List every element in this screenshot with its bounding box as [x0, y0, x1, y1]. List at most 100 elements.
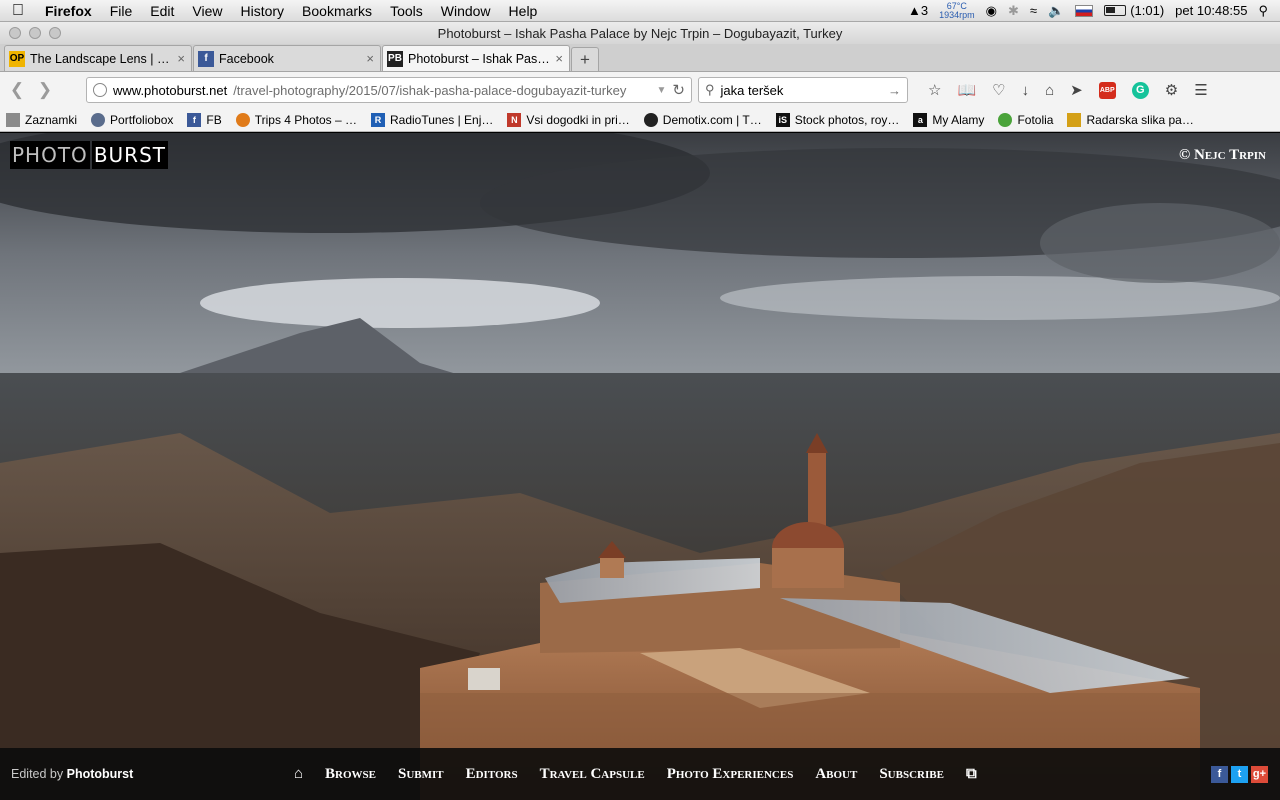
bookmark-demotix[interactable]: Demotix.com | T… [643, 112, 762, 127]
bookmark-label: Stock photos, roy… [794, 112, 900, 127]
grammarly-icon[interactable]: G [1131, 81, 1149, 99]
bookmark-istock[interactable]: iS Stock photos, roy… [775, 112, 900, 127]
photoburst-logo[interactable]: PHOTO BURST [10, 141, 168, 169]
close-tab-icon[interactable]: × [177, 51, 185, 66]
temp-monitor[interactable]: 67°C 1934rpm [939, 1, 975, 20]
nav-photo-experiences[interactable]: Photo Experiences [667, 766, 794, 783]
tab-photoburst[interactable]: PB Photoburst – Ishak Pasha… × [382, 45, 570, 71]
menu-file[interactable]: File [101, 3, 142, 19]
bookmark-star-icon[interactable]: ☆ [928, 81, 941, 99]
search-go-icon[interactable]: → [888, 83, 901, 98]
menu-app[interactable]: Firefox [36, 3, 101, 19]
photo-credit: © Nejc Trpin [1179, 147, 1266, 163]
edited-by-link[interactable]: Photoburst [67, 767, 134, 781]
ishak-pasha-palace-photo [0, 133, 1280, 800]
menu-bookmarks[interactable]: Bookmarks [293, 3, 381, 19]
reload-icon[interactable]: ↻ [672, 81, 685, 99]
bookmark-trips4photos[interactable]: Trips 4 Photos – … [235, 112, 357, 127]
adobe-count: 3 [920, 3, 929, 18]
tab-label: The Landscape Lens | Ou… [30, 51, 173, 66]
trips4photos-icon [235, 112, 250, 127]
menu-edit[interactable]: Edit [141, 3, 183, 19]
url-dropdown-icon[interactable]: ▼ [657, 85, 667, 96]
fan-rpm: 1934rpm [939, 9, 975, 20]
nav-about[interactable]: About [815, 766, 857, 783]
bookmark-fotolia[interactable]: Fotolia [998, 112, 1053, 127]
menu-view[interactable]: View [183, 3, 231, 19]
bookmark-radiotunes[interactable]: R RadioTunes | Enj… [371, 112, 494, 127]
nav-editors[interactable]: Editors [466, 766, 518, 783]
bluetooth-icon[interactable]: ✱ [1008, 3, 1019, 19]
facebook-icon[interactable]: f [1211, 765, 1228, 783]
adblock-plus-icon[interactable]: ABP [1098, 81, 1116, 99]
spotlight-search-icon[interactable]: ⚲ [1258, 3, 1268, 19]
tab-favicon: OP [9, 50, 25, 67]
battery-status[interactable]: (1:01) [1104, 3, 1164, 18]
fullscreen-icon[interactable]: ⧉ [966, 765, 977, 783]
site-identity-icon[interactable] [93, 83, 107, 97]
menu-window[interactable]: Window [432, 3, 500, 19]
bookmark-portfoliobox[interactable]: Portfoliobox [91, 112, 173, 127]
downloads-icon[interactable]: ↓ [1022, 82, 1030, 99]
site-footer-nav: Edited by Photoburst ⌂ Browse Submit Edi… [0, 748, 1280, 800]
tab-landscape-lens[interactable]: OP The Landscape Lens | Ou… × [4, 45, 192, 71]
bookmark-vsi-dogodki[interactable]: N Vsi dogodki in pri… [507, 112, 630, 127]
forward-icon[interactable]: ❯ [34, 80, 56, 100]
tab-label: Facebook [219, 51, 274, 66]
tab-facebook[interactable]: f Facebook × [193, 45, 381, 71]
back-icon[interactable]: ❮ [6, 80, 28, 100]
minimize-window-button[interactable] [29, 27, 41, 39]
bookmark-fb[interactable]: f FB [187, 112, 222, 127]
radar-icon [1067, 112, 1082, 127]
fotolia-icon [998, 112, 1013, 127]
bookmark-radarska-slika[interactable]: Radarska slika pa… [1067, 112, 1194, 127]
nav-travel-capsule[interactable]: Travel Capsule [540, 766, 645, 783]
search-bar[interactable]: ⚲ jaka teršek → [698, 77, 908, 103]
close-tab-icon[interactable]: × [366, 51, 374, 66]
site-nav: ⌂ Browse Submit Editors Travel Capsule P… [294, 765, 977, 783]
home-icon[interactable]: ⌂ [294, 766, 303, 783]
pocket-icon[interactable]: ♡ [992, 81, 1005, 99]
bookmark-label: RadioTunes | Enj… [390, 112, 494, 127]
bookmark-label: FB [206, 112, 222, 127]
extension-icon[interactable]: ⚙ [1165, 81, 1178, 99]
menu-history[interactable]: History [231, 3, 293, 19]
close-tab-icon[interactable]: × [555, 51, 563, 66]
url-bar[interactable]: www.photoburst.net/travel-photography/20… [86, 77, 692, 103]
adobe-icon[interactable]: ▲3 [908, 3, 928, 18]
status-area: ▲3 67°C 1934rpm ◉ ✱ ≈ 🔈 (1:01) pet 10:48… [908, 1, 1280, 20]
apple-icon[interactable]:  [0, 2, 36, 20]
menu-tools[interactable]: Tools [381, 3, 432, 19]
reading-list-icon[interactable]: 📖 [957, 81, 976, 99]
logo-part-photo: PHOTO [10, 141, 90, 169]
edited-by-prefix: Edited by [11, 767, 64, 781]
volume-icon[interactable]: 🔈 [1048, 3, 1064, 19]
istock-icon: iS [775, 112, 790, 127]
toolbar-icons: ☆ 📖 ♡ ↓ ⌂ ➤ ABP G ⚙ ☰ [928, 81, 1208, 99]
nav-browse[interactable]: Browse [325, 766, 376, 783]
menu-help[interactable]: Help [500, 3, 547, 19]
twitter-icon[interactable]: t [1231, 765, 1248, 783]
bookmark-label: Demotix.com | T… [662, 112, 762, 127]
zoom-window-button[interactable] [49, 27, 61, 39]
search-input[interactable]: jaka teršek [721, 83, 882, 98]
portfoliobox-icon [91, 112, 106, 127]
home-icon[interactable]: ⌂ [1045, 82, 1054, 99]
bookmark-my-alamy[interactable]: a My Alamy [913, 112, 984, 127]
nav-subscribe[interactable]: Subscribe [879, 766, 944, 783]
menu-hamburger-icon[interactable]: ☰ [1194, 81, 1207, 99]
google-plus-icon[interactable]: g+ [1251, 765, 1268, 783]
input-source-flag-icon[interactable] [1075, 4, 1094, 17]
battery-icon [1104, 5, 1127, 16]
close-window-button[interactable] [9, 27, 21, 39]
new-tab-button[interactable]: + [571, 47, 599, 71]
bookmark-zaznamki[interactable]: Zaznamki [6, 112, 77, 127]
clock[interactable]: pet 10:48:55 [1175, 3, 1247, 18]
bookmarks-toolbar: Zaznamki Portfoliobox f FB Trips 4 Photos… [0, 108, 1280, 132]
bookmark-label: Trips 4 Photos – … [254, 112, 357, 127]
sync-icon[interactable]: ◉ [986, 3, 997, 19]
folder-icon [6, 112, 20, 127]
share-icon[interactable]: ➤ [1070, 81, 1083, 99]
nav-submit[interactable]: Submit [398, 766, 444, 783]
wifi-icon[interactable]: ≈ [1030, 3, 1037, 18]
